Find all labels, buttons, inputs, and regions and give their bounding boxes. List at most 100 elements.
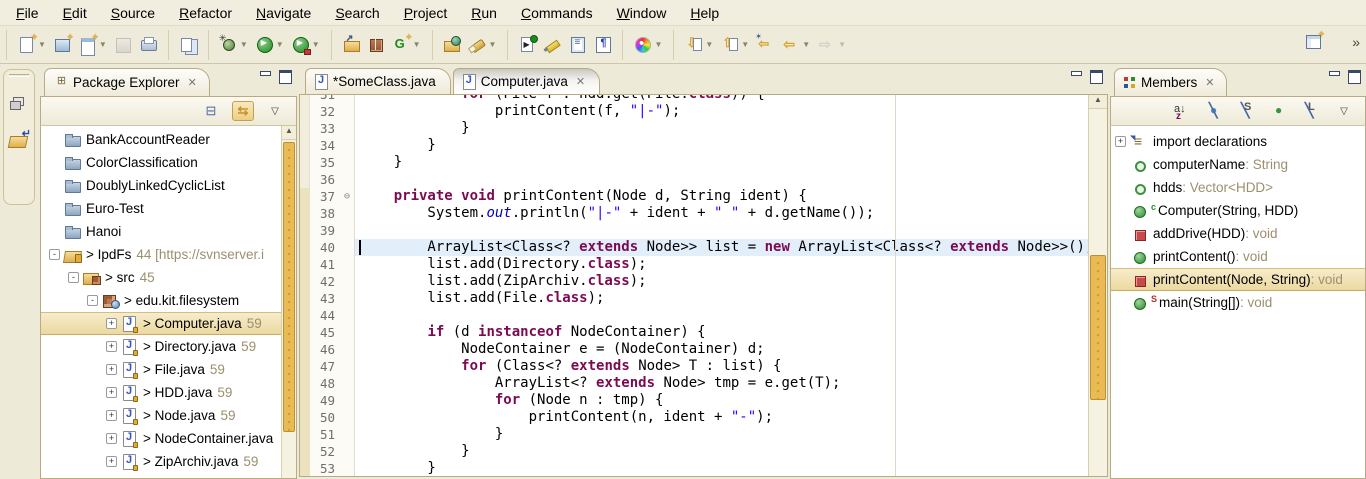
- tree-item[interactable]: +> NodeContainer.java: [41, 427, 281, 450]
- line-number[interactable]: 34: [310, 137, 340, 154]
- refresh-button[interactable]: ▼: [389, 33, 425, 56]
- code-text[interactable]: [355, 171, 1088, 188]
- run-tool-button[interactable]: [515, 33, 540, 56]
- menu-window[interactable]: Window: [605, 2, 679, 24]
- show-public-button[interactable]: [1269, 101, 1291, 121]
- last-edit-location-button[interactable]: [753, 33, 778, 56]
- expander-icon[interactable]: -: [68, 272, 79, 283]
- line-number[interactable]: 47: [310, 358, 340, 375]
- expander-icon[interactable]: +: [106, 433, 117, 444]
- hide-local-types-button[interactable]: [1301, 101, 1323, 121]
- highlight-button[interactable]: [540, 33, 565, 56]
- view-menu-button[interactable]: ▽: [1333, 101, 1355, 121]
- code-text[interactable]: }: [355, 120, 1088, 137]
- menu-file[interactable]: File: [4, 2, 51, 24]
- new-window-button[interactable]: [50, 33, 75, 56]
- line-number[interactable]: 38: [310, 205, 340, 222]
- code-text[interactable]: NodeContainer e = (NodeContainer) d;: [355, 341, 1088, 358]
- tree-item[interactable]: +> File.java59: [41, 358, 281, 381]
- members-item[interactable]: printContent(Node, String) : void: [1111, 268, 1365, 291]
- view-menu-button[interactable]: ▽: [264, 101, 286, 121]
- menu-search[interactable]: Search: [323, 2, 391, 24]
- line-number[interactable]: 52: [310, 443, 340, 460]
- line-number[interactable]: 50: [310, 409, 340, 426]
- code-text[interactable]: list.add(ZipArchiv.class);: [355, 273, 1088, 290]
- code-text[interactable]: printContent(f, "|-");: [355, 103, 1088, 120]
- code-text[interactable]: System.out.println("|-" + ident + " " + …: [355, 205, 1088, 222]
- line-number[interactable]: 35: [310, 154, 340, 171]
- expander-icon[interactable]: -: [87, 295, 98, 306]
- code-text[interactable]: for (Node n : tmp) {: [355, 392, 1088, 409]
- expander-icon[interactable]: +: [1115, 136, 1126, 147]
- line-number[interactable]: 32: [310, 103, 340, 120]
- expander-icon[interactable]: +: [106, 410, 117, 421]
- tree-item[interactable]: -> src45: [41, 266, 281, 289]
- compare-button[interactable]: [176, 33, 201, 56]
- new-package-button[interactable]: [364, 33, 389, 56]
- code-text[interactable]: }: [355, 154, 1088, 171]
- code-text[interactable]: ArrayList<Class<? extends Node>> list = …: [355, 239, 1088, 256]
- code-text[interactable]: for (Class<? extends Node> T : list) {: [355, 358, 1088, 375]
- next-annotation-button[interactable]: ▼: [681, 33, 717, 56]
- collapse-all-button[interactable]: ⊟: [200, 101, 222, 121]
- minimize-icon[interactable]: [1070, 70, 1082, 81]
- scroll-up-icon[interactable]: ▲: [282, 126, 296, 140]
- members-item[interactable]: Smain(String[]) : void: [1111, 291, 1365, 314]
- open-perspective-button[interactable]: [1301, 30, 1326, 53]
- minimize-icon[interactable]: [1328, 70, 1340, 81]
- debug-button[interactable]: ▼: [216, 33, 252, 56]
- code-text[interactable]: }: [355, 443, 1088, 460]
- minimized-view-button[interactable]: [8, 129, 30, 149]
- line-number[interactable]: 45: [310, 324, 340, 341]
- tree-item[interactable]: Euro-Test: [41, 197, 281, 220]
- expander-icon[interactable]: +: [106, 318, 117, 329]
- show-whitespace-button[interactable]: [590, 33, 615, 56]
- editor-scrollbar-thumb[interactable]: [1090, 255, 1106, 400]
- code-text[interactable]: ArrayList<? extends Node> tmp = e.get(T)…: [355, 375, 1088, 392]
- open-type-button[interactable]: [440, 33, 465, 56]
- editor-scrollbar[interactable]: ▲: [1088, 95, 1107, 476]
- search-button[interactable]: ▼: [465, 33, 501, 56]
- tree-item[interactable]: Hanoi: [41, 220, 281, 243]
- menu-run[interactable]: Run: [459, 2, 509, 24]
- members-item[interactable]: hdds : Vector<HDD>: [1111, 176, 1365, 199]
- code-text[interactable]: }: [355, 460, 1088, 476]
- menu-project[interactable]: Project: [392, 2, 460, 24]
- code-text[interactable]: }: [355, 426, 1088, 443]
- maximize-icon[interactable]: [1090, 70, 1102, 81]
- tab-computer[interactable]: Computer.java ✕: [453, 68, 600, 94]
- line-number[interactable]: 44: [310, 307, 340, 324]
- line-number[interactable]: 46: [310, 341, 340, 358]
- menu-source[interactable]: Source: [99, 2, 167, 24]
- run-external-button[interactable]: ▼: [288, 33, 324, 56]
- minimize-icon[interactable]: [259, 70, 271, 81]
- tree-item[interactable]: +> Directory.java59: [41, 335, 281, 358]
- import-wizard-button[interactable]: [339, 33, 364, 56]
- line-number[interactable]: 49: [310, 392, 340, 409]
- hide-fields-button[interactable]: [1205, 101, 1227, 121]
- toolbar-overflow-chevron[interactable]: »: [1352, 34, 1358, 50]
- line-number[interactable]: 33: [310, 120, 340, 137]
- members-tab[interactable]: Members ✕: [1114, 68, 1227, 96]
- tree-item[interactable]: +> HDD.java59: [41, 381, 281, 404]
- show-source-button[interactable]: [565, 33, 590, 56]
- menu-help[interactable]: Help: [678, 2, 731, 24]
- members-item[interactable]: computerName : String: [1111, 153, 1365, 176]
- line-number[interactable]: 31: [310, 95, 340, 103]
- maximize-icon[interactable]: [279, 70, 291, 81]
- close-icon[interactable]: ✕: [576, 75, 585, 88]
- line-number[interactable]: 39: [310, 222, 340, 239]
- expander-icon[interactable]: +: [106, 387, 117, 398]
- tree-item[interactable]: ColorClassification: [41, 151, 281, 174]
- tree-item[interactable]: +> ZipArchiv.java59: [41, 450, 281, 473]
- hide-static-button[interactable]: [1237, 101, 1259, 121]
- tree-item[interactable]: -> edu.kit.filesystem: [41, 289, 281, 312]
- code-editor[interactable]: 31 for (File f : hdd.get(File.class)) {3…: [299, 94, 1108, 477]
- explorer-scrollbar-thumb[interactable]: [283, 142, 295, 432]
- code-text[interactable]: private void printContent(Node d, String…: [355, 188, 1088, 205]
- members-item[interactable]: +import declarations: [1111, 130, 1365, 153]
- members-item[interactable]: cComputer(String, HDD): [1111, 199, 1365, 222]
- expander-icon[interactable]: +: [106, 341, 117, 352]
- annotation-ruler[interactable]: [300, 95, 310, 476]
- scroll-up-icon[interactable]: ▲: [1089, 95, 1107, 109]
